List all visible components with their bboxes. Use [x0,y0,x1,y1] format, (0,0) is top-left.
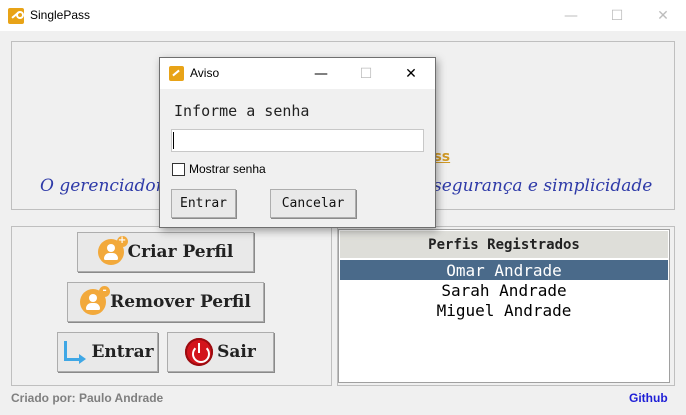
tagline-right: segurança e simplicidade [433,176,653,196]
create-profile-button[interactable]: + Criar Perfil [77,232,254,272]
dialog-minimize-button[interactable]: — [299,58,343,89]
tagline-left: O gerenciador [40,176,164,196]
close-button[interactable]: ✕ [640,0,686,31]
enter-button[interactable]: Entrar [57,332,158,372]
dialog-enter-button[interactable]: Entrar [171,189,236,218]
minimize-button[interactable]: — [548,0,594,31]
show-password-checkbox[interactable] [172,163,185,176]
window-title: SinglePass [30,8,91,22]
profiles-header: Perfis Registrados [340,231,668,258]
plus-badge: + [116,235,128,247]
add-user-icon: + [97,236,128,265]
password-input[interactable] [171,129,424,152]
text-caret [173,132,174,149]
profile-item[interactable]: Omar Andrade [340,260,668,280]
profile-item[interactable]: Sarah Andrade [340,280,668,300]
password-prompt: Informe a senha [174,102,310,120]
enter-arrow-icon [61,339,87,365]
title-bar: SinglePass — ☐ ✕ [0,0,686,31]
enter-label: Entrar [91,342,154,362]
dialog-title: Aviso [190,66,220,80]
remove-profile-button[interactable]: - Remover Perfil [67,282,264,322]
power-icon [185,338,214,366]
create-profile-label: Criar Perfil [127,242,234,262]
dialog-title-bar: Aviso — ☐ ✕ [160,58,435,89]
dialog-close-button[interactable]: ✕ [389,58,433,89]
exit-label: Sair [217,342,256,362]
dialog-cancel-button[interactable]: Cancelar [270,189,356,218]
password-dialog: Aviso — ☐ ✕ Informe a senha Mostrar senh… [159,57,436,228]
exit-button[interactable]: Sair [167,332,274,372]
maximize-button[interactable]: ☐ [594,0,640,31]
remove-profile-label: Remover Perfil [110,292,251,312]
profile-item[interactable]: Miguel Andrade [340,300,668,320]
github-link[interactable]: Github [629,391,668,405]
remove-user-icon: - [80,286,111,315]
minus-badge: - [99,286,111,297]
footer-credit: Criado por: Paulo Andrade [11,391,164,405]
dialog-maximize-button[interactable]: ☐ [344,58,388,89]
show-password-label[interactable]: Mostrar senha [189,162,266,176]
key-icon [169,66,184,81]
key-icon [8,8,24,24]
